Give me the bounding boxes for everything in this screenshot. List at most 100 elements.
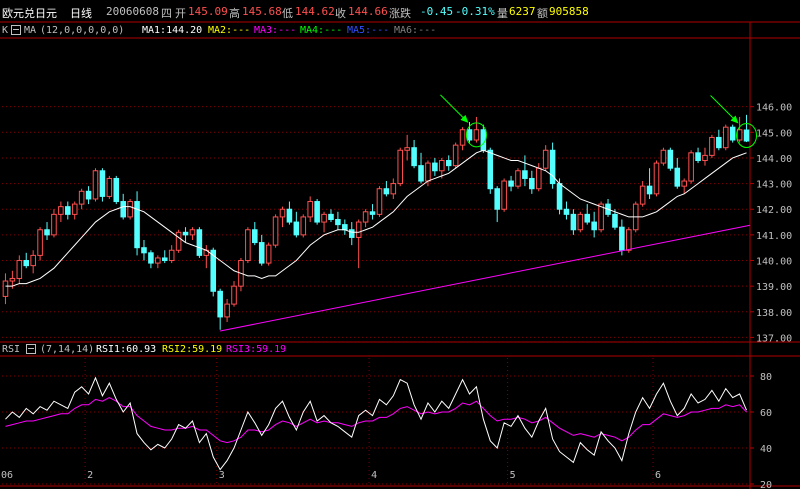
candle-body-down — [342, 224, 348, 231]
candle-body-down — [667, 149, 674, 169]
candle-body-up — [155, 257, 161, 264]
candle-body-up — [2, 280, 9, 297]
candle-body-down — [591, 221, 597, 231]
candle-body-up — [404, 147, 410, 151]
price-tick-label: 142.00 — [756, 205, 792, 216]
rsi-tick-label: 40 — [760, 444, 772, 455]
candle-body-up — [681, 180, 687, 187]
candle-body-up — [639, 185, 646, 205]
support-trendline — [220, 224, 751, 332]
candle-body-down — [418, 165, 424, 182]
candle-body-up — [321, 213, 327, 223]
candle-body-down — [252, 229, 258, 244]
price-tick-label: 138.00 — [756, 308, 792, 319]
candle-body-up — [501, 180, 507, 210]
candle-body-up — [58, 206, 64, 215]
candle-body-down — [85, 190, 92, 200]
candle-body-down — [729, 126, 736, 141]
price-tick-label: 144.00 — [756, 154, 792, 165]
candle-body-up — [189, 229, 196, 236]
candle-body-up — [37, 229, 43, 256]
candle-body-up — [515, 170, 521, 187]
candle-body-up — [688, 152, 694, 182]
time-tick-label: 5 — [510, 470, 516, 481]
chart-canvas[interactable]: 137.00 138.00 139.00 140.00 141.00 142.00 143.… — [0, 0, 800, 489]
candle-body-down — [141, 247, 147, 254]
candle-body-down — [113, 177, 120, 203]
candle-body-down — [293, 221, 300, 236]
rsi1-line — [5, 376, 747, 471]
signal-arrow-shaft — [440, 94, 467, 122]
candle-body-down — [99, 170, 106, 197]
candle-body-up — [598, 203, 604, 231]
candle-body-up — [231, 285, 237, 305]
candle-body-up — [452, 144, 459, 167]
candle-body-up — [355, 221, 362, 238]
candle-body-up — [272, 216, 279, 246]
candle-body-up — [245, 229, 251, 262]
candle-body-down — [716, 136, 722, 149]
candle-body-up — [390, 183, 397, 195]
candle-body-up — [660, 149, 667, 164]
candle-body-down — [286, 208, 293, 223]
candle-body-down — [335, 218, 341, 226]
candle-body-down — [445, 160, 452, 167]
candle-body-up — [307, 201, 313, 218]
candle-body-up — [626, 229, 632, 251]
candle-body-down — [258, 242, 265, 264]
candle-body-down — [570, 213, 577, 231]
candle-body-up — [224, 303, 230, 318]
candle-body-up — [9, 277, 16, 282]
candle-body-up — [71, 203, 78, 215]
candle-body-down — [217, 290, 223, 318]
candle-body-up — [106, 177, 113, 197]
candle-body-up — [92, 170, 99, 200]
candle-body-down — [743, 129, 750, 142]
candle-body-up — [265, 244, 272, 264]
candle-body-down — [508, 180, 514, 187]
candle-body-up — [577, 213, 584, 231]
candle-body-down — [369, 211, 376, 215]
candle-body-down — [432, 162, 438, 172]
candle-body-down — [23, 260, 30, 267]
candle-body-down — [348, 229, 355, 238]
candle-body-up — [78, 190, 85, 205]
candle-body-down — [494, 188, 500, 210]
price-tick-label: 137.00 — [756, 333, 792, 344]
candle-body-down — [556, 183, 563, 210]
candle-body-down — [522, 170, 528, 179]
candle-body-down — [161, 257, 168, 262]
time-tick-label: 2 — [87, 470, 93, 481]
candle-body-up — [51, 213, 57, 236]
price-tick-label: 146.00 — [756, 103, 792, 114]
price-tick-label: 145.00 — [756, 128, 792, 139]
candle-body-up — [397, 149, 404, 185]
signal-arrow-shaft — [710, 95, 737, 122]
candle-body-up — [439, 160, 445, 172]
candle-body-up — [473, 129, 480, 141]
candle-body-up — [535, 167, 542, 190]
candle-body-up — [702, 154, 708, 162]
candle-body-up — [376, 188, 383, 215]
candle-body-up — [459, 129, 466, 146]
candle-body-down — [411, 147, 417, 167]
price-tick-label: 141.00 — [756, 231, 792, 242]
rsi-tick-label: 20 — [760, 480, 772, 489]
candle-body-up — [175, 231, 182, 251]
candle-body-down — [619, 226, 625, 251]
candle-body-down — [480, 129, 487, 151]
candle-body-down — [196, 229, 203, 256]
candle-body-up — [168, 249, 175, 262]
price-tick-label: 139.00 — [756, 282, 792, 293]
time-tick-label: 4 — [371, 470, 377, 481]
candle-body-down — [148, 252, 154, 264]
time-tick-label: 3 — [219, 470, 225, 481]
candle-body-up — [30, 254, 36, 267]
candle-body-up — [362, 211, 369, 223]
candle-body-up — [279, 208, 286, 218]
candle-body-down — [120, 201, 126, 218]
candle-body-up — [425, 162, 431, 182]
rsi-tick-label: 60 — [760, 408, 772, 419]
candle-body-down — [487, 149, 494, 190]
candle-body-up — [127, 201, 133, 218]
